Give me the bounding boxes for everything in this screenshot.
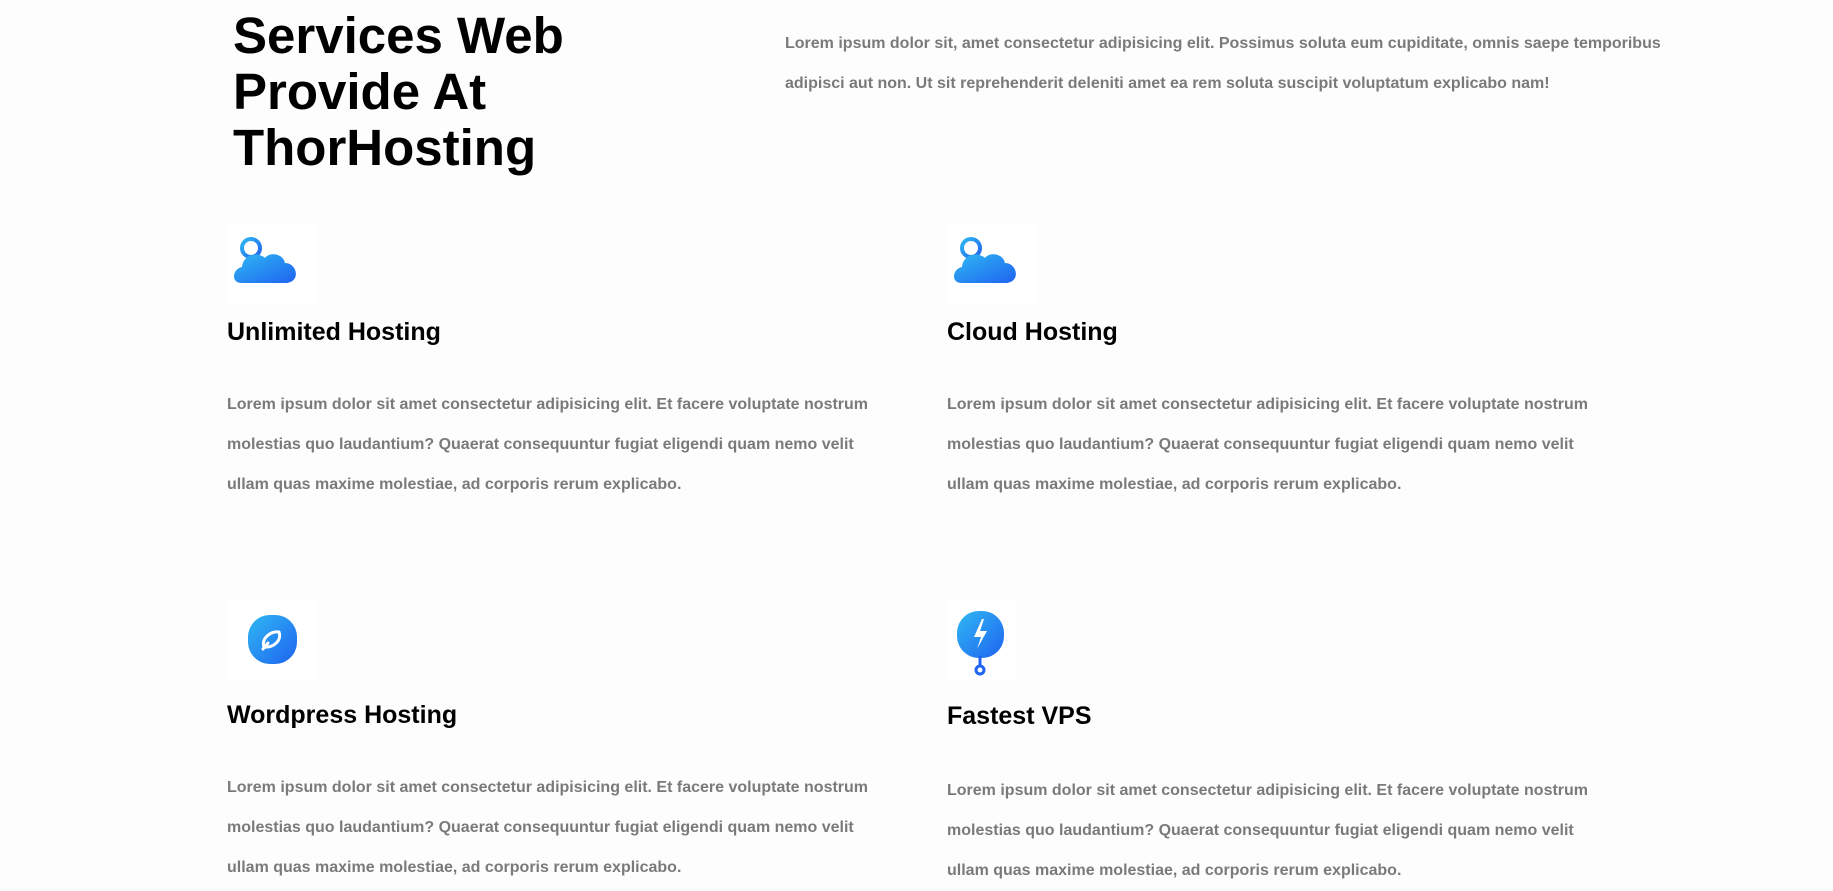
service-title: Cloud Hosting — [947, 318, 1118, 346]
service-card-unlimited-hosting: Unlimited Hosting Lorem ipsum dolor sit … — [227, 225, 897, 493]
service-description: Lorem ipsum dolor sit amet consectetur a… — [227, 779, 869, 876]
service-description: Lorem ipsum dolor sit amet consectetur a… — [947, 396, 1589, 493]
cloud-icon — [227, 225, 317, 305]
service-description: Lorem ipsum dolor sit amet consectetur a… — [947, 782, 1589, 879]
service-title: Unlimited Hosting — [227, 318, 441, 346]
service-card-wordpress-hosting: Wordpress Hosting Lorem ipsum dolor sit … — [227, 600, 897, 876]
service-card-cloud-hosting: Cloud Hosting Lorem ipsum dolor sit amet… — [947, 225, 1617, 493]
section-heading: Services Web Provide At ThorHosting — [233, 7, 564, 176]
wordpress-leaf-icon — [227, 600, 317, 680]
service-description: Lorem ipsum dolor sit amet consectetur a… — [227, 396, 869, 493]
service-title: Fastest VPS — [947, 702, 1092, 730]
service-card-fastest-vps: Fastest VPS Lorem ipsum dolor sit amet c… — [947, 600, 1617, 879]
lightning-pin-icon — [947, 600, 1037, 680]
cloud-icon — [947, 225, 1037, 305]
service-title: Wordpress Hosting — [227, 701, 458, 729]
section-intro: Lorem ipsum dolor sit, amet consectetur … — [785, 35, 1661, 92]
